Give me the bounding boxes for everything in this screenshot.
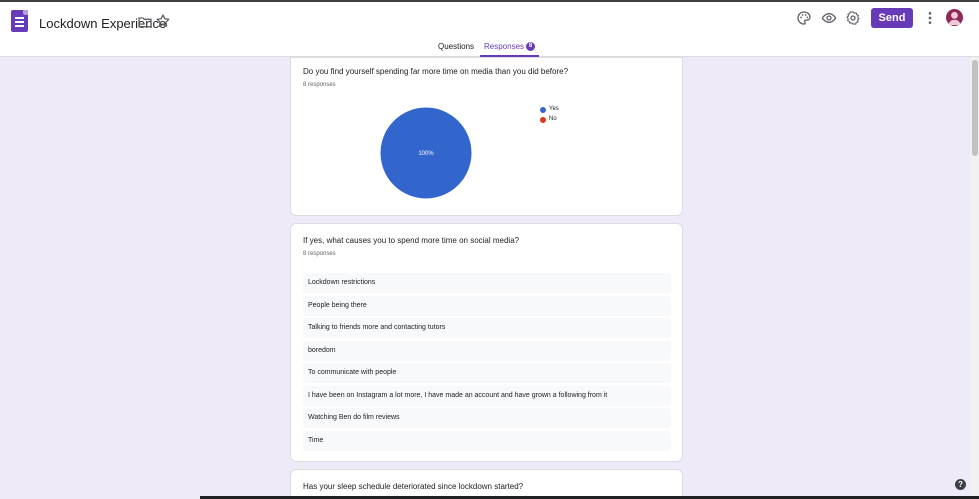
response-count: 8 responses [303,251,336,257]
question-card-media-time: Do you find yourself spending far more t… [290,57,683,216]
list-item: People being there [303,295,671,316]
send-button[interactable]: Send [871,8,913,28]
question-card-sleep-schedule: Has your sleep schedule deteriorated sin… [290,469,683,499]
tab-questions[interactable]: Questions [438,42,474,51]
legend-label-yes: Yes [549,106,559,112]
more-vert-icon[interactable] [922,10,938,26]
forms-logo[interactable] [11,10,28,32]
legend-dot-no [540,117,546,123]
question-title: Do you find yourself spending far more t… [303,67,569,76]
avatar[interactable] [946,9,963,26]
palette-icon[interactable] [796,10,812,26]
list-item: boredom [303,340,671,361]
legend-dot-yes [540,107,546,113]
account-icon [948,11,961,25]
help-button[interactable]: ? [955,479,966,490]
list-item: To communicate with people [303,363,671,383]
list-item: Watching Ben do film reviews [303,408,671,428]
list-item: Talking to friends more and contacting t… [303,318,671,338]
gear-icon[interactable] [845,10,861,26]
question-card-social-media-causes: If yes, what causes you to spend more ti… [290,223,683,462]
responses-count-badge: 8 [526,42,535,51]
list-item: I have been on Instagram a lot more, I h… [303,385,671,406]
legend-label-no: No [549,116,557,122]
list-item: Lockdown restrictions [303,273,671,293]
folder-icon[interactable] [137,14,153,30]
pie-slice-label: 100% [418,151,434,157]
eye-icon[interactable] [821,10,837,26]
app-header: Lockdown Experience Send Questions Respo… [0,2,979,57]
response-list: Lockdown restrictions People being there… [303,273,671,453]
pie-chart: 100% [379,106,473,200]
question-title: Has your sleep schedule deteriorated sin… [303,482,524,491]
list-item: Time [303,430,671,451]
scrollbar-thumb[interactable] [972,60,978,156]
response-count: 8 responses [303,82,336,88]
star-icon[interactable] [155,13,171,29]
tab-responses[interactable]: Responses [484,42,524,51]
question-title: If yes, what causes you to spend more ti… [303,236,520,245]
